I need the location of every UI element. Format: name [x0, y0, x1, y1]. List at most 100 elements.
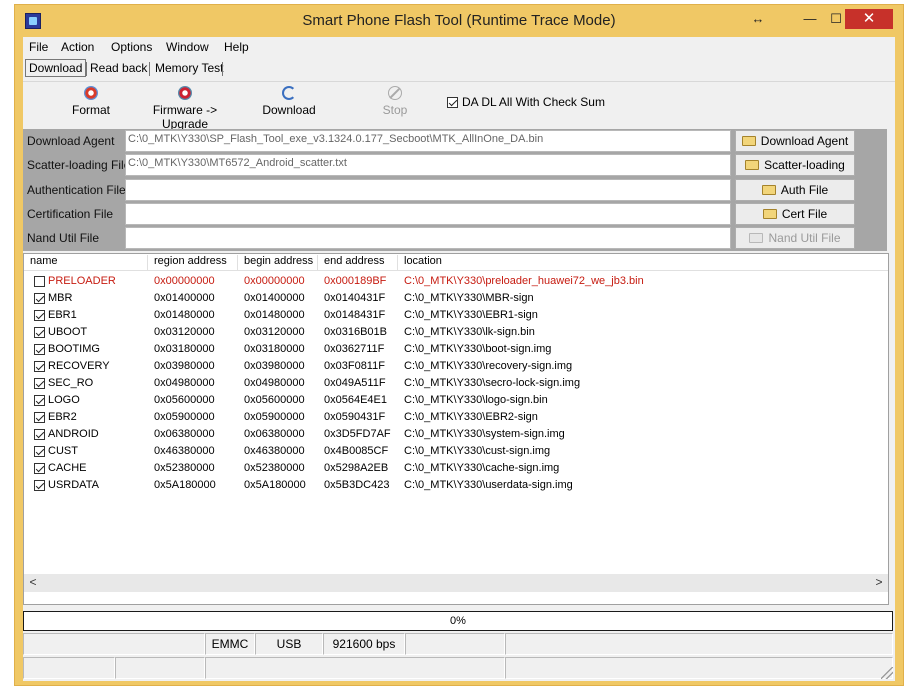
tab-download[interactable]: Download [25, 59, 87, 77]
partition-list[interactable]: name region address begin address end ad… [23, 253, 889, 605]
cell-end: 0x5298A2EB [324, 462, 389, 474]
cell-location: C:\0_MTK\Y330\recovery-sign.img [404, 360, 573, 372]
nand-field[interactable] [125, 227, 731, 249]
nand-label: Nand Util File [27, 231, 100, 245]
cell-region: 0x03980000 [154, 360, 215, 372]
row-checkbox[interactable] [34, 293, 45, 304]
scatter-loading-button[interactable]: Scatter-loading [735, 154, 855, 176]
cert-field[interactable] [125, 203, 731, 225]
stop-button[interactable]: Stop [375, 84, 415, 117]
auth-file-button[interactable]: Auth File [735, 179, 855, 201]
cert-file-button[interactable]: Cert File [735, 203, 855, 225]
nand-util-button[interactable]: Nand Util File [735, 227, 855, 249]
status-interface: USB [255, 633, 323, 655]
row-checkbox[interactable] [34, 395, 45, 406]
cell-location: C:\0_MTK\Y330\cust-sign.img [404, 445, 551, 457]
table-row[interactable]: RECOVERY 0x03980000 0x03980000 0x03F0811F C:… [24, 358, 888, 375]
cell-begin: 0x05900000 [244, 411, 305, 423]
status-cell [405, 633, 505, 655]
table-row[interactable]: CACHE 0x52380000 0x52380000 0x5298A2EB C:\0_… [24, 460, 888, 477]
tab-separator [222, 62, 223, 76]
tab-memory-test[interactable]: Memory Test [152, 60, 226, 78]
row-checkbox[interactable] [34, 446, 45, 457]
table-row[interactable]: ANDROID 0x06380000 0x06380000 0x3D5FD7AF C:\… [24, 426, 888, 443]
cell-location: C:\0_MTK\Y330\userdata-sign.img [404, 479, 573, 491]
download-agent-button[interactable]: Download Agent [735, 130, 855, 152]
cell-name: EBR2 [48, 411, 77, 423]
auth-field[interactable] [125, 179, 731, 201]
cell-begin: 0x04980000 [244, 377, 305, 389]
cell-name: EBR1 [48, 309, 77, 321]
resize-grip-icon[interactable] [881, 667, 893, 679]
download-agent-field[interactable]: C:\0_MTK\Y330\SP_Flash_Tool_exe_v3.1324.… [125, 130, 731, 152]
cell-name: PRELOADER [48, 275, 116, 287]
cell-begin: 0x46380000 [244, 445, 305, 457]
table-row[interactable]: EBR1 0x01480000 0x01480000 0x0148431F C:\0_M… [24, 307, 888, 324]
format-icon [84, 86, 98, 100]
cell-region: 0x03180000 [154, 343, 215, 355]
row-checkbox[interactable] [34, 429, 45, 440]
folder-icon [749, 233, 764, 243]
cell-begin: 0x52380000 [244, 462, 305, 474]
table-row[interactable]: PRELOADER 0x00000000 0x00000000 0x000189BF C… [24, 273, 888, 290]
row-checkbox[interactable] [34, 310, 45, 321]
firmware-upgrade-icon [178, 86, 192, 100]
table-row[interactable]: MBR 0x01400000 0x01400000 0x0140431F C:\0_MT… [24, 290, 888, 307]
cell-name: BOOTIMG [48, 343, 100, 355]
row-checkbox[interactable] [34, 327, 45, 338]
table-row[interactable]: EBR2 0x05900000 0x05900000 0x0590431F C:\0_M… [24, 409, 888, 426]
format-button[interactable]: Format [61, 84, 121, 117]
row-checkbox[interactable] [34, 463, 45, 474]
row-checkbox[interactable] [34, 412, 45, 423]
cell-location: C:\0_MTK\Y330\lk-sign.bin [404, 326, 535, 338]
row-checkbox[interactable] [34, 344, 45, 355]
column-begin-address[interactable]: begin address [238, 255, 318, 270]
cell-begin: 0x03980000 [244, 360, 305, 372]
column-end-address[interactable]: end address [318, 255, 398, 270]
cell-region: 0x01400000 [154, 292, 215, 304]
checksum-checkbox[interactable] [447, 97, 458, 109]
table-row[interactable]: UBOOT 0x03120000 0x03120000 0x0316B01B C:\0_… [24, 324, 888, 341]
client-area: File Action Options Window Help Download… [23, 37, 895, 681]
table-row[interactable]: BOOTIMG 0x03180000 0x03180000 0x0362711F C:\… [24, 341, 888, 358]
cell-end: 0x0590431F [324, 411, 386, 423]
column-region-address[interactable]: region address [148, 255, 238, 270]
download-button[interactable]: Download [257, 84, 321, 117]
scatter-field[interactable]: C:\0_MTK\Y330\MT6572_Android_scatter.txt [125, 154, 731, 176]
row-checkbox[interactable] [34, 361, 45, 372]
menu-options[interactable]: Options [111, 40, 152, 54]
tab-read-back[interactable]: Read back [87, 60, 150, 78]
menu-help[interactable]: Help [224, 40, 249, 54]
close-button[interactable]: ✕ [845, 9, 893, 29]
cell-begin: 0x05600000 [244, 394, 305, 406]
checksum-label: DA DL All With Check Sum [462, 95, 605, 109]
menu-window[interactable]: Window [166, 40, 209, 54]
row-checkbox[interactable] [34, 378, 45, 389]
row-checkbox[interactable] [34, 276, 45, 287]
cell-begin: 0x01400000 [244, 292, 305, 304]
cell-end: 0x03F0811F [324, 360, 385, 372]
cell-region: 0x00000000 [154, 275, 215, 287]
firmware-upgrade-button[interactable]: Firmware -> Upgrade [131, 84, 239, 131]
column-name[interactable]: name [24, 255, 148, 270]
cert-label: Certification File [27, 207, 114, 221]
scroll-left-icon[interactable]: < [26, 575, 40, 589]
horizontal-scrollbar[interactable]: < > [24, 574, 888, 592]
table-row[interactable]: SEC_RO 0x04980000 0x04980000 0x049A511F C:\0… [24, 375, 888, 392]
cell-begin: 0x5A180000 [244, 479, 306, 491]
menu-file[interactable]: File [29, 40, 48, 54]
cell-name: MBR [48, 292, 73, 304]
checksum-option[interactable]: DA DL All With Check Sum [447, 95, 605, 109]
table-row[interactable]: CUST 0x46380000 0x46380000 0x4B0085CF C:\0_M… [24, 443, 888, 460]
table-row[interactable]: LOGO 0x05600000 0x05600000 0x0564E4E1 C:\0_M… [24, 392, 888, 409]
scroll-right-icon[interactable]: > [872, 575, 886, 589]
title-bar[interactable]: Smart Phone Flash Tool (Runtime Trace Mo… [15, 5, 903, 39]
status-cell [23, 633, 205, 655]
menu-action[interactable]: Action [61, 40, 94, 54]
file-row-auth: Authentication File Auth File [23, 178, 887, 202]
progress-bar: 0% [23, 611, 893, 631]
table-row[interactable]: USRDATA 0x5A180000 0x5A180000 0x5B3DC423 C:\… [24, 477, 888, 494]
column-location[interactable]: location [398, 255, 888, 270]
resize-icon[interactable]: ↔ [741, 9, 775, 29]
row-checkbox[interactable] [34, 480, 45, 491]
